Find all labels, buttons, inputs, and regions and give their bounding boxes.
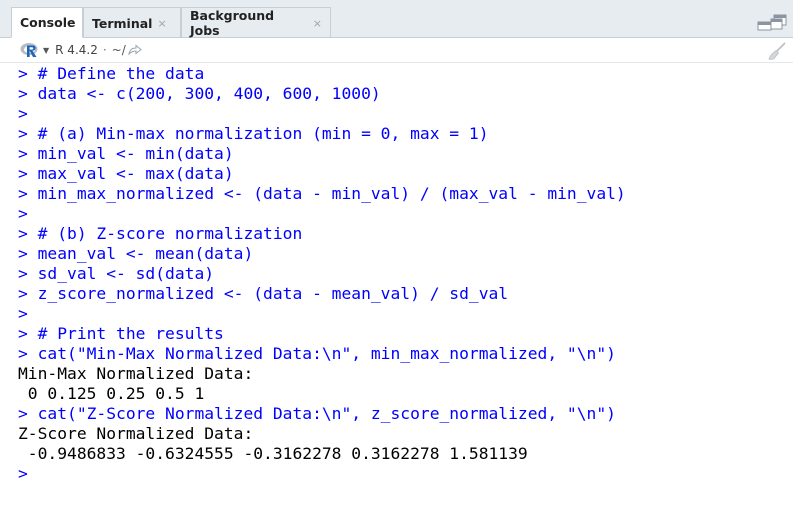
console-command-line: > — [18, 304, 28, 323]
pane-window-buttons — [757, 14, 787, 32]
console-command-line: > # (b) Z-score normalization — [18, 224, 303, 243]
console-output-line: Z-Score Normalized Data: — [18, 424, 254, 443]
tab-console[interactable]: Console — [11, 7, 83, 38]
console-output-line: 0 0.125 0.25 0.5 1 — [18, 384, 205, 403]
tab-background-jobs-close-icon[interactable]: × — [313, 17, 322, 30]
minimize-icon[interactable] — [757, 21, 772, 31]
console-command-line: > mean_val <- mean(data) — [18, 244, 254, 263]
tab-terminal-label: Terminal — [92, 15, 153, 31]
toolbar-separator: · — [102, 43, 107, 57]
pane-tab-bar: Console Terminal × Background Jobs × — [0, 0, 793, 38]
console-command-line: > # (a) Min-max normalization (min = 0, … — [18, 124, 489, 143]
console-command-line: > — [18, 464, 28, 483]
r-logo-icon[interactable] — [20, 42, 40, 58]
console-command-line: > max_val <- max(data) — [18, 164, 234, 183]
tab-terminal[interactable]: Terminal × — [83, 7, 181, 38]
console-command-line: > # Define the data — [18, 64, 205, 83]
console-command-line: > cat("Z-Score Normalized Data:\n", z_sc… — [18, 404, 616, 423]
console-command-line: > min_val <- min(data) — [18, 144, 234, 163]
chevron-down-icon[interactable]: ▼ — [43, 46, 49, 55]
console-command-line: > # Print the results — [18, 324, 224, 343]
r-version-label[interactable]: R 4.4.2 — [55, 43, 98, 57]
console-command-line: > cat("Min-Max Normalized Data:\n", min_… — [18, 344, 616, 363]
console-command-line: > — [18, 104, 28, 123]
maximize-icon[interactable] — [770, 14, 787, 30]
goto-directory-icon[interactable] — [128, 44, 142, 56]
tab-console-label: Console — [20, 15, 76, 30]
console-command-line: > z_score_normalized <- (data - mean_val… — [18, 284, 509, 303]
tab-background-jobs[interactable]: Background Jobs × — [181, 7, 331, 38]
console-command-line: > — [18, 204, 28, 223]
tab-background-jobs-label: Background Jobs — [190, 8, 275, 38]
console-output-line: Min-Max Normalized Data: — [18, 364, 254, 383]
working-directory-path: ~/ — [111, 43, 126, 57]
console-output-line: -0.9486833 -0.6324555 -0.3162278 0.31622… — [18, 444, 528, 463]
console-toolbar: ▼ R 4.4.2 · ~/ — [0, 38, 793, 63]
console-command-line: > min_max_normalized <- (data - min_val)… — [18, 184, 626, 203]
console-command-line: > sd_val <- sd(data) — [18, 264, 215, 283]
console-command-line: > data <- c(200, 300, 400, 600, 1000) — [18, 84, 381, 103]
tab-terminal-close-icon[interactable]: × — [157, 17, 166, 30]
clear-console-broom-icon[interactable] — [767, 41, 787, 61]
console-output[interactable]: > # Define the data > data <- c(200, 300,… — [0, 63, 793, 530]
